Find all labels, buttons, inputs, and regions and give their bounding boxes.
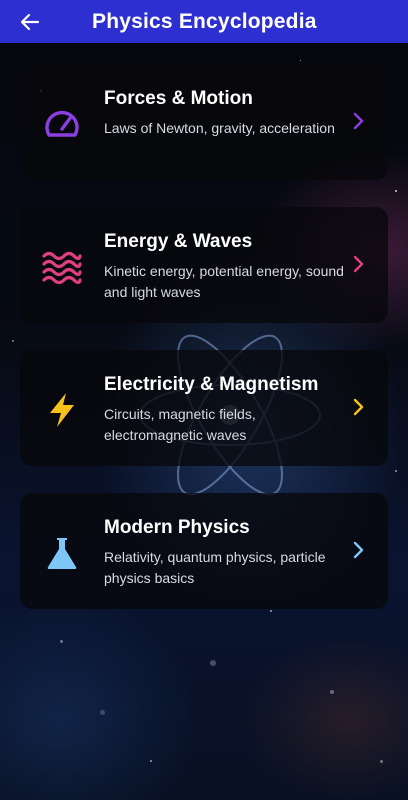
topic-title: Forces & Motion xyxy=(104,88,253,109)
lightning-bolt-icon xyxy=(42,390,82,430)
back-button[interactable] xyxy=(8,0,52,43)
chevron-right-icon xyxy=(352,110,366,132)
topic-title: Electricity & Magnetism xyxy=(104,374,319,395)
chevron-right-icon xyxy=(352,396,366,418)
topic-card-energy-waves[interactable]: Energy & Waves Kinetic energy, potential… xyxy=(20,207,388,323)
topic-description: Laws of Newton, gravity, acceleration xyxy=(104,120,335,136)
page-title: Physics Encyclopedia xyxy=(92,9,317,33)
flask-icon xyxy=(42,533,82,573)
topic-description: Relativity, quantum physics, particle ph… xyxy=(104,549,326,586)
topic-card-forces-motion[interactable]: Forces & Motion Laws of Newton, gravity,… xyxy=(20,64,388,180)
app-bar: Physics Encyclopedia xyxy=(0,0,408,43)
topic-card-modern-physics[interactable]: Modern Physics Relativity, quantum physi… xyxy=(20,493,388,609)
topic-title: Modern Physics xyxy=(104,517,250,538)
topic-description: Circuits, magnetic fields, electromagnet… xyxy=(104,406,256,443)
topic-list: Forces & Motion Laws of Newton, gravity,… xyxy=(20,64,388,636)
topic-title: Energy & Waves xyxy=(104,231,253,252)
speedometer-icon xyxy=(42,104,82,144)
arrow-left-icon xyxy=(20,13,40,30)
topic-description: Kinetic energy, potential energy, sound … xyxy=(104,263,344,300)
topic-card-electricity-magnetism[interactable]: Electricity & Magnetism Circuits, magnet… xyxy=(20,350,388,466)
chevron-right-icon xyxy=(352,539,366,561)
chevron-right-icon xyxy=(352,253,366,275)
waves-icon xyxy=(42,247,82,287)
